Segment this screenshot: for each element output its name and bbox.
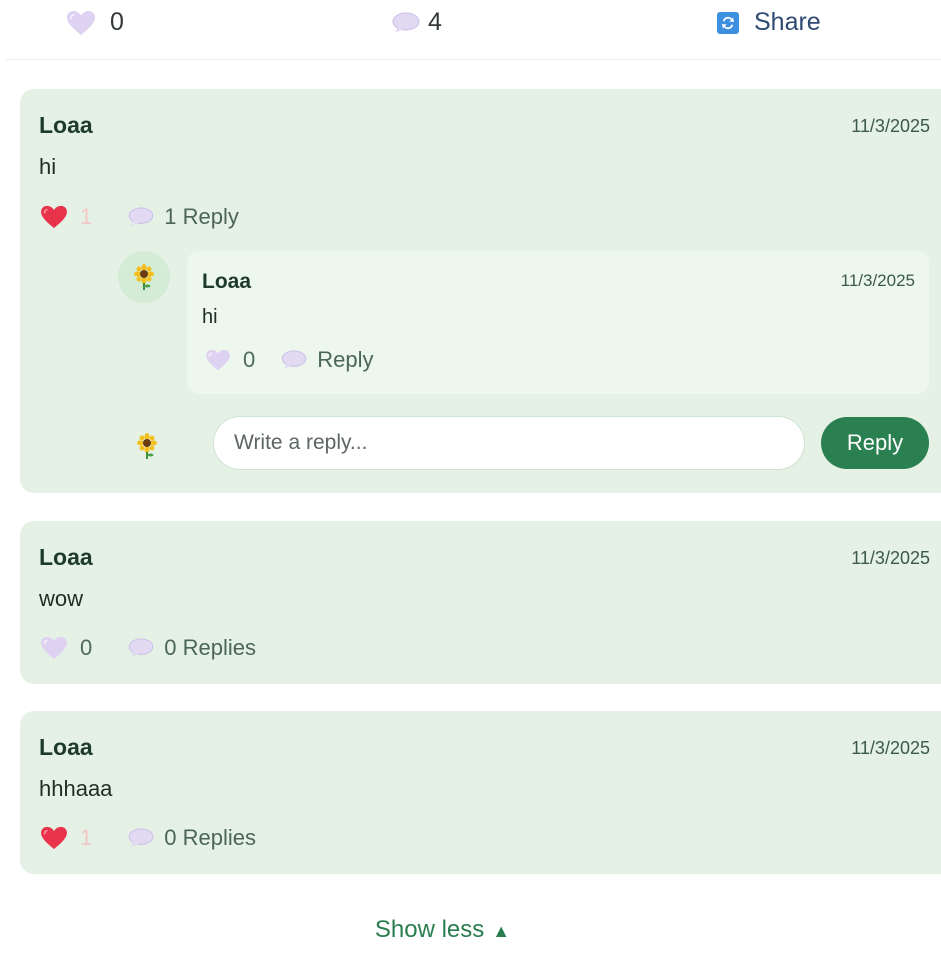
reply-submit-button[interactable]: Reply: [821, 417, 929, 469]
show-less-button[interactable]: Show less ▲: [0, 916, 885, 944]
speech-bubble-icon: [128, 638, 154, 658]
post-comment-count: 4: [428, 8, 442, 36]
reply-date: 11/3/2025: [840, 271, 915, 290]
comment-reactions: 0 0 Replies: [40, 635, 256, 661]
reply-text: hi: [202, 306, 218, 328]
reply-like-count: 0: [243, 347, 256, 372]
comment-card: Loaa 11/3/2025 hhhaaa 1 0 Replies: [20, 711, 941, 874]
comment-text: hhhaaa: [39, 776, 113, 801]
comment-date: 11/3/2025: [851, 738, 930, 758]
speech-bubble-icon: [281, 350, 307, 370]
comment-reactions: 1 0 Replies: [40, 825, 256, 851]
comment-reactions: 1 1 Reply: [40, 204, 239, 230]
comment-like-count: 0: [80, 635, 93, 660]
heart-filled-icon: [41, 826, 67, 850]
comment-date: 11/3/2025: [851, 548, 930, 568]
heart-outline-icon: [206, 349, 230, 371]
comment-replies-label: 1 Reply: [164, 204, 239, 229]
sunflower-icon: [137, 433, 157, 459]
speech-bubble-icon: [128, 207, 154, 227]
comment-replies-label: 0 Replies: [164, 825, 256, 850]
avatar: [136, 430, 158, 467]
heart-outline-icon: [67, 10, 95, 35]
post-like-button[interactable]: 0: [66, 8, 124, 37]
comment-replies-toggle[interactable]: 0 Replies: [128, 635, 256, 661]
sunflower-icon: [134, 264, 154, 290]
share-icon: [717, 11, 739, 34]
chevron-up-icon: ▲: [492, 921, 511, 941]
heart-outline-icon: [41, 636, 67, 660]
reply-input[interactable]: [213, 416, 805, 470]
show-less-label: Show less: [374, 916, 485, 943]
comment-text: wow: [39, 586, 84, 611]
comment-replies-toggle[interactable]: 0 Replies: [128, 825, 256, 851]
reply-author: Loaa: [202, 270, 252, 293]
speech-bubble-icon: [128, 828, 154, 848]
share-label: Share: [754, 8, 821, 36]
post-action-bar: 0 4 Share: [0, 0, 941, 60]
comment-text: hi: [39, 154, 57, 179]
comment-card: Loaa 11/3/2025 wow 0 0 Replies: [20, 521, 941, 684]
speech-bubble-icon: [392, 12, 420, 33]
comment-author: Loaa: [39, 734, 93, 760]
comment-replies-label: 0 Replies: [164, 635, 256, 660]
reply-reply-button[interactable]: Reply: [281, 347, 374, 373]
heart-filled-icon: [41, 205, 67, 229]
comment-date: 11/3/2025: [851, 116, 930, 136]
avatar: [118, 251, 170, 303]
post-share-button[interactable]: Share: [716, 8, 821, 37]
comment-like-button[interactable]: 0: [40, 635, 92, 661]
comment-like-count: 1: [80, 825, 93, 850]
reply-like-button[interactable]: 0: [205, 347, 255, 373]
divider: [6, 59, 941, 60]
comment-like-button[interactable]: 1: [40, 825, 92, 851]
reply-reactions: 0 Reply: [205, 347, 374, 373]
reply-reply-label: Reply: [317, 347, 374, 372]
comment-author: Loaa: [39, 112, 93, 138]
comment-like-button[interactable]: 1: [40, 204, 92, 230]
reply-card: Loaa 11/3/2025 hi 0 Reply: [187, 251, 929, 394]
comment-author: Loaa: [39, 544, 93, 570]
comment-replies-toggle[interactable]: 1 Reply: [128, 204, 239, 230]
comment-like-count: 1: [80, 204, 93, 229]
post-comment-button[interactable]: 4: [392, 8, 442, 37]
post-like-count: 0: [110, 8, 124, 36]
